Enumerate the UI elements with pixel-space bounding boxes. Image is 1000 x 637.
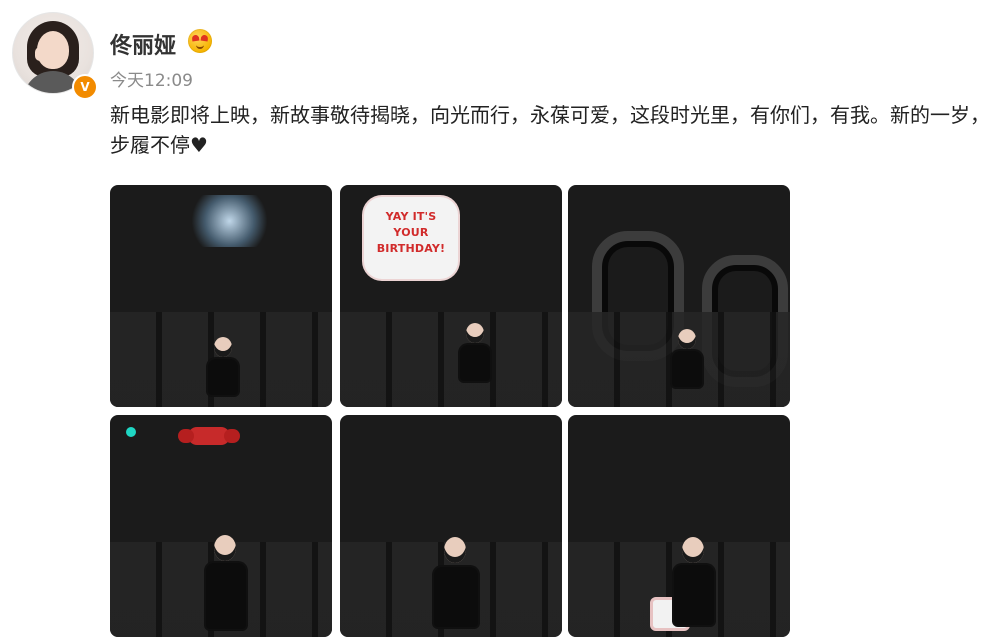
person-head xyxy=(466,323,484,343)
person-torso xyxy=(204,561,248,631)
person-head xyxy=(682,537,704,563)
person xyxy=(664,327,708,389)
person xyxy=(452,321,496,383)
person-head xyxy=(444,537,466,563)
photo-5[interactable] xyxy=(340,415,562,637)
photo-6-scene xyxy=(568,415,790,637)
avatar-hand xyxy=(35,47,45,61)
person xyxy=(666,535,720,627)
post-content: 新电影即将上映，新故事敬待揭晓，向光而行，永葆可爱，这段时光里，有你们，有我。新… xyxy=(110,100,990,160)
photo-5-scene xyxy=(340,415,562,637)
photo-3[interactable] xyxy=(568,185,790,407)
person-torso xyxy=(670,349,704,389)
projector-light xyxy=(182,195,277,247)
verified-badge-icon: V xyxy=(72,74,98,100)
post-time[interactable]: 今天12:09 xyxy=(110,66,193,91)
photo-6[interactable] xyxy=(568,415,790,637)
person-torso xyxy=(458,343,492,383)
photo-2-scene: YAY IT'S YOUR BIRTHDAY! xyxy=(340,185,562,407)
person xyxy=(198,533,252,631)
photo-4[interactable] xyxy=(110,415,332,637)
author-name[interactable]: 佟丽娅 xyxy=(110,28,176,60)
heart-icon: ♥ xyxy=(190,133,208,157)
photo-2[interactable]: YAY IT'S YOUR BIRTHDAY! xyxy=(340,185,562,407)
person-head xyxy=(214,337,232,357)
person xyxy=(200,335,244,397)
light-dot xyxy=(126,427,136,437)
person xyxy=(426,535,486,629)
photo-1-scene xyxy=(110,185,332,407)
person-head xyxy=(678,329,696,349)
cinema-seats xyxy=(340,312,562,407)
red-bow xyxy=(178,427,240,445)
balloon-text: YAY IT'S YOUR BIRTHDAY! xyxy=(376,210,446,255)
person-torso xyxy=(206,357,240,397)
photo-3-scene xyxy=(568,185,790,407)
love-eyes-emoji-icon xyxy=(188,29,212,53)
emoji-mouth xyxy=(196,43,204,49)
photo-4-scene xyxy=(110,415,332,637)
weibo-post: V 佟丽娅 今天12:09 新电影即将上映，新故事敬待揭晓，向光而行，永葆可爱，… xyxy=(0,0,1000,637)
photo-1[interactable] xyxy=(110,185,332,407)
person-torso xyxy=(432,565,480,629)
person-head xyxy=(214,535,236,561)
person-torso xyxy=(672,563,716,627)
birthday-balloon: YAY IT'S YOUR BIRTHDAY! xyxy=(362,195,460,281)
post-text: 新电影即将上映，新故事敬待揭晓，向光而行，永葆可爱，这段时光里，有你们，有我。新… xyxy=(110,103,990,157)
